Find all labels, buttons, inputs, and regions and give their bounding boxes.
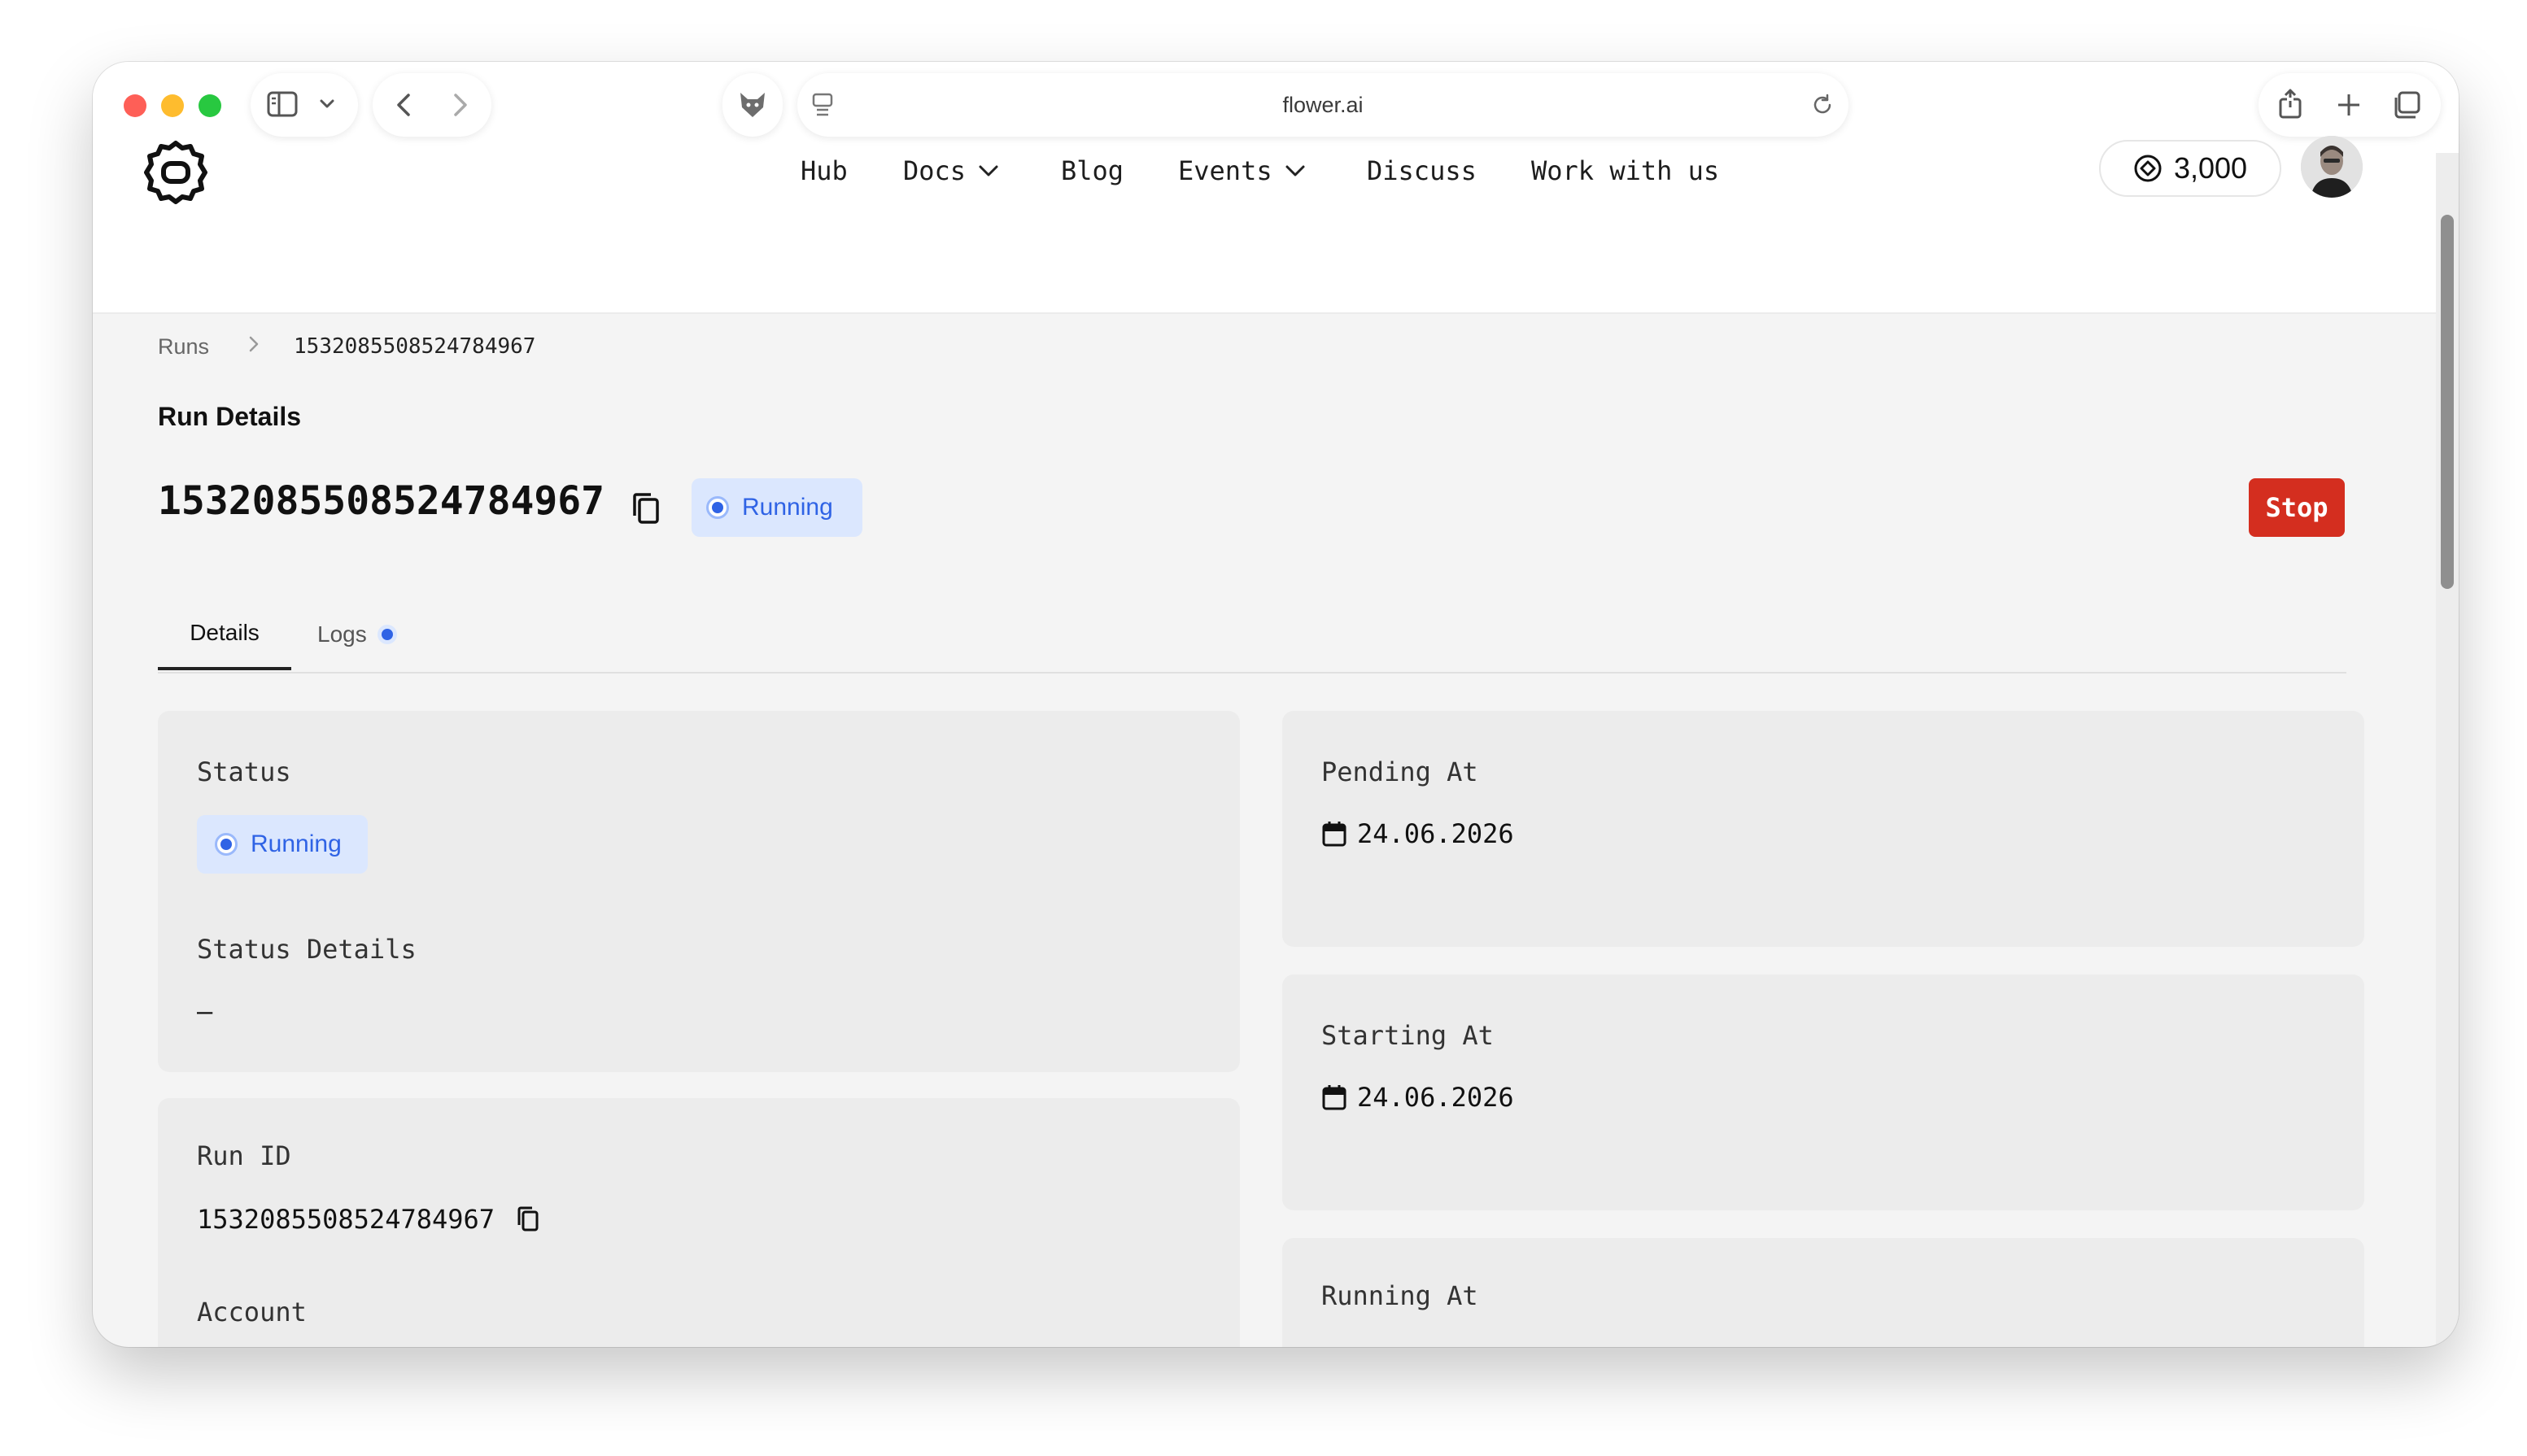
status-value: Running: [251, 830, 342, 857]
page-scrollbar[interactable]: [2436, 153, 2459, 1347]
run-id-value: 1532085508524784967: [197, 1204, 495, 1235]
page-title: 1532085508524784967: [158, 478, 605, 524]
stop-button[interactable]: Stop: [2249, 478, 2345, 537]
status-dot-icon: [706, 496, 729, 519]
starting-at-card: Starting At 24.06.2026: [1282, 974, 2364, 1210]
chevron-right-icon: [247, 333, 261, 360]
status-label: Status: [197, 756, 291, 787]
status-badge: Running: [692, 478, 862, 537]
calendar-icon: [1322, 1085, 1346, 1110]
chevron-down-icon: [979, 165, 998, 177]
credits-button[interactable]: 3,000: [2099, 140, 2281, 197]
run-id-label: Run ID: [197, 1140, 291, 1171]
running-at-card: Running At: [1282, 1238, 2364, 1347]
starting-at-label: Starting At: [1321, 1020, 1494, 1051]
account-label: Account: [197, 1297, 307, 1327]
nav-discuss[interactable]: Discuss: [1367, 155, 1477, 187]
breadcrumb: Runs 1532085508524784967: [158, 330, 535, 363]
nav-docs-label: Docs: [903, 155, 967, 186]
nav-hub[interactable]: Hub: [801, 155, 848, 187]
nav-work-with-us[interactable]: Work with us: [1531, 155, 1719, 187]
copy-icon[interactable]: [516, 1205, 540, 1233]
starting-at-value-row: 24.06.2026: [1321, 1082, 1514, 1113]
status-details-label: Status Details: [197, 934, 417, 965]
pending-at-card: Pending At 24.06.2026: [1282, 711, 2364, 947]
tab-logs-label: Logs: [317, 621, 367, 647]
scrollbar-thumb[interactable]: [2441, 215, 2454, 589]
tab-details[interactable]: Details: [158, 599, 291, 670]
nav-blog-label: Blog: [1061, 155, 1124, 186]
running-at-label: Running At: [1321, 1280, 1478, 1311]
breadcrumb-current: 1532085508524784967: [294, 334, 536, 359]
credits-value: 3,000: [2173, 151, 2248, 185]
pending-at-value-row: 24.06.2026: [1321, 818, 1514, 849]
nav-blog[interactable]: Blog: [1061, 155, 1124, 187]
copy-icon: [633, 493, 659, 524]
nav-docs[interactable]: Docs: [903, 155, 1000, 187]
run-id-value-row: 1532085508524784967: [197, 1204, 540, 1235]
copy-run-id-button[interactable]: [626, 490, 666, 529]
tab-logs[interactable]: Logs: [317, 599, 393, 670]
chevron-down-icon: [1285, 165, 1305, 177]
status-badge-label: Running: [742, 494, 833, 521]
status-badge: Running: [197, 815, 368, 874]
site-header: Hub Docs Blog Events Discuss Work with u…: [93, 136, 2459, 314]
tab-bar: Details Logs: [158, 599, 2346, 674]
coin-icon: [2134, 155, 2162, 182]
tab-details-label: Details: [190, 620, 260, 645]
avatar[interactable]: [2301, 136, 2363, 198]
starting-at-value: 24.06.2026: [1357, 1082, 1514, 1113]
nav-events[interactable]: Events: [1178, 155, 1307, 187]
run-info-card: Run ID 1532085508524784967 Account: [158, 1098, 1240, 1347]
section-label: Run Details: [158, 402, 302, 431]
nav-hub-label: Hub: [801, 155, 848, 186]
nav-work-label: Work with us: [1531, 155, 1720, 186]
breadcrumb-runs-link[interactable]: Runs: [158, 334, 209, 360]
pending-at-value: 24.06.2026: [1357, 818, 1514, 849]
logs-indicator-icon: [381, 629, 393, 640]
nav-events-label: Events: [1178, 155, 1272, 186]
calendar-icon: [1322, 822, 1346, 847]
nav-discuss-label: Discuss: [1367, 155, 1477, 186]
status-card: Status Running Status Details –: [158, 711, 1240, 1072]
pending-at-label: Pending At: [1321, 756, 1478, 787]
browser-window: flower.ai Hub Docs Blog Events Discuss W…: [93, 62, 2459, 1347]
status-dot-icon: [215, 833, 238, 856]
status-details-value: –: [197, 996, 213, 1027]
